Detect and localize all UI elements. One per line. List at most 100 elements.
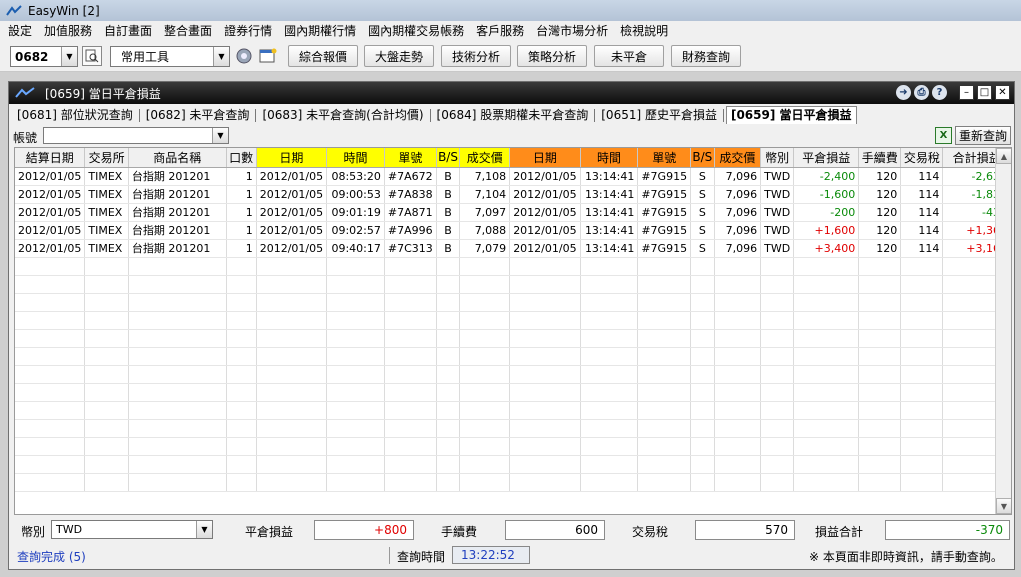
cell-open-order-no [384,257,437,276]
table-row[interactable]: 2012/01/05 TIMEX 台指期 201201 1 2012/01/05 09:0… [15,221,1011,240]
tools-combo[interactable]: 常用工具 ▼ [110,46,230,67]
menu-integrated-screen[interactable]: 整合畫面 [158,21,218,41]
chevron-down-icon[interactable]: ▼ [212,128,228,143]
col-currency[interactable]: 幣別 [760,148,795,168]
cell-open-order-no: #7A838 [384,185,437,204]
quote-overview-button[interactable]: 綜合報價 [288,45,358,67]
col-settle-date[interactable]: 結算日期 [15,148,86,168]
table-row[interactable]: 2012/01/05 TIMEX 台指期 201201 1 2012/01/05 09:4… [15,239,1011,258]
tab-0684[interactable]: [0684] 股票期權未平倉查詢 [433,106,593,124]
col-close-date[interactable]: 日期 [509,148,581,168]
tab-0681[interactable]: [0681] 部位狀況查詢 [13,106,137,124]
tab-0659[interactable]: [0659] 當日平倉損益 [725,106,857,124]
table-row[interactable] [15,275,1011,294]
menu-taiwan-market-analysis[interactable]: 台灣市場分析 [530,21,614,41]
cell-open-order-no: #7A871 [384,203,437,222]
cell-lots [226,275,257,294]
cell-settle-date [15,383,86,402]
table-row[interactable] [15,473,1011,492]
table-row[interactable] [15,401,1011,420]
requery-button[interactable]: 重新查詢 [955,126,1011,145]
chevron-down-icon[interactable]: ▼ [213,47,229,66]
summary-currency-combo[interactable]: TWD ▼ [51,520,213,539]
cell-open-bs [436,473,461,492]
col-close-pl[interactable]: 平倉損益 [793,148,860,168]
col-product-name[interactable]: 商品名稱 [128,148,227,168]
vertical-scrollbar[interactable]: ▲ ▼ [995,148,1011,514]
maximize-icon[interactable]: □ [977,85,992,100]
open-position-button[interactable]: 未平倉 [594,45,664,67]
table-row[interactable] [15,365,1011,384]
table-row[interactable] [15,347,1011,366]
cell-close-price [714,347,762,366]
tab-0682[interactable]: [0682] 未平倉查詢 [142,106,254,124]
col-open-bs[interactable]: B/S [436,148,461,168]
cell-open-order-no [384,419,437,438]
excel-export-icon[interactable]: X [935,127,952,144]
col-close-bs[interactable]: B/S [690,148,715,168]
menu-settings[interactable]: 設定 [2,21,38,41]
window-layout-icon[interactable] [258,46,278,66]
table-row[interactable] [15,311,1011,330]
col-close-order-no[interactable]: 單號 [637,148,692,168]
table-row[interactable] [15,329,1011,348]
cell-close-order-no [637,383,692,402]
menu-domestic-futures-accounts[interactable]: 國內期權交易帳務 [362,21,470,41]
window-title-bar[interactable]: [0659] 當日平倉損益 ➜ ⎙ ? – □ ✕ [9,82,1014,104]
col-open-order-no[interactable]: 單號 [384,148,437,168]
menu-stock-quotes[interactable]: 證券行情 [218,21,278,41]
print-icon[interactable]: ⎙ [914,85,929,100]
menu-customer-service[interactable]: 客戶服務 [470,21,530,41]
col-close-price[interactable]: 成交價 [714,148,762,168]
search-doc-icon[interactable] [82,46,102,66]
cell-currency: TWD [760,185,795,204]
account-combo[interactable]: ▼ [43,127,229,144]
technical-analysis-button[interactable]: 技術分析 [441,45,511,67]
tab-0683[interactable]: [0683] 未平倉查詢(合計均價) [258,106,427,124]
cell-settle-date [15,329,86,348]
col-open-time[interactable]: 時間 [326,148,385,168]
menu-help[interactable]: 檢視說明 [614,21,674,41]
chevron-down-icon[interactable]: ▼ [196,521,212,538]
menu-domestic-futures-quotes[interactable]: 國內期權行情 [278,21,362,41]
minimize-icon[interactable]: – [959,85,974,100]
col-exchange[interactable]: 交易所 [84,148,129,168]
col-lots[interactable]: 口數 [226,148,257,168]
gear-icon[interactable] [234,46,254,66]
table-row[interactable] [15,257,1011,276]
cell-open-price [459,401,511,420]
cell-exchange [84,401,129,420]
cell-close-bs [690,329,715,348]
table-row[interactable] [15,293,1011,312]
table-row[interactable] [15,383,1011,402]
table-row[interactable] [15,437,1011,456]
market-trend-button[interactable]: 大盤走勢 [364,45,434,67]
col-tax[interactable]: 交易稅 [900,148,944,168]
col-open-price[interactable]: 成交價 [459,148,511,168]
function-code-combo[interactable]: 0682 ▼ [10,46,78,67]
close-icon[interactable]: ✕ [995,85,1010,100]
table-row[interactable]: 2012/01/05 TIMEX 台指期 201201 1 2012/01/05 08:5… [15,167,1011,186]
menu-value-added[interactable]: 加值服務 [38,21,98,41]
cell-open-bs [436,257,461,276]
cell-tax: 114 [900,203,944,222]
col-fee[interactable]: 手續費 [858,148,902,168]
financial-query-button[interactable]: 財務查詢 [671,45,741,67]
scroll-up-icon[interactable]: ▲ [996,148,1011,164]
cell-close-price [714,455,762,474]
cell-open-price [459,347,511,366]
strategy-analysis-button[interactable]: 策略分析 [517,45,587,67]
col-open-date[interactable]: 日期 [256,148,328,168]
tab-0651[interactable]: [0651] 歷史平倉損益 [597,106,721,124]
help-icon[interactable]: ? [932,85,947,100]
table-row[interactable] [15,455,1011,474]
table-row[interactable]: 2012/01/05 TIMEX 台指期 201201 1 2012/01/05 09:0… [15,185,1011,204]
menu-custom-screen[interactable]: 自訂畫面 [98,21,158,41]
cell-exchange [84,365,129,384]
table-row[interactable]: 2012/01/05 TIMEX 台指期 201201 1 2012/01/05 09:0… [15,203,1011,222]
scroll-down-icon[interactable]: ▼ [996,498,1011,514]
table-row[interactable] [15,419,1011,438]
chevron-down-icon[interactable]: ▼ [61,47,77,66]
link-icon[interactable]: ➜ [896,85,911,100]
col-close-time[interactable]: 時間 [580,148,639,168]
